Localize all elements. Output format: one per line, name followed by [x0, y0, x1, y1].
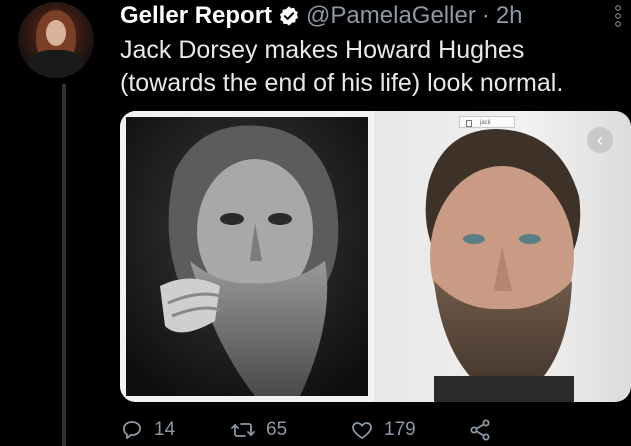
reply-count: 14 [154, 419, 176, 440]
reply-icon [123, 421, 141, 440]
separator-dot: · [481, 2, 490, 29]
display-name[interactable]: Geller Report [120, 2, 272, 30]
like-count: 179 [384, 419, 416, 440]
like-button[interactable]: 179 [350, 418, 468, 442]
share-icon [470, 419, 490, 441]
timestamp[interactable]: 2h [496, 2, 523, 30]
avatar-face [46, 20, 66, 46]
verified-badge-icon [278, 5, 300, 27]
search-chip-text: jack [480, 120, 491, 126]
retweet-button[interactable]: 65 [230, 418, 350, 442]
retweet-icon [231, 423, 255, 437]
tweet-text: Jack Dorsey makes Howard Hughes (towards… [120, 36, 564, 97]
tweet[interactable]: Geller Report @PamelaGeller · 2h Jack Do… [0, 0, 631, 446]
reply-button[interactable]: 14 [120, 418, 230, 442]
avatar-body [28, 50, 84, 78]
tweet-header: Geller Report @PamelaGeller · 2h [120, 0, 523, 32]
tweet-actions: 14 65 179 [120, 414, 502, 446]
more-options-icon[interactable] [613, 2, 623, 32]
heart-icon [352, 422, 372, 439]
howard-hughes-photo[interactable] [120, 111, 374, 402]
image-search-chip: jack [459, 116, 515, 128]
retweet-count: 65 [266, 419, 288, 440]
tweet-media[interactable]: jack ‹ [120, 111, 631, 402]
jack-dorsey-photo[interactable]: jack ‹ [374, 111, 631, 402]
share-button[interactable] [468, 418, 502, 442]
chevron-left-icon[interactable]: ‹ [587, 127, 613, 153]
avatar[interactable] [18, 2, 94, 78]
thread-line [62, 84, 66, 446]
bookmark-icon [466, 120, 472, 127]
handle[interactable]: @PamelaGeller [306, 2, 476, 30]
